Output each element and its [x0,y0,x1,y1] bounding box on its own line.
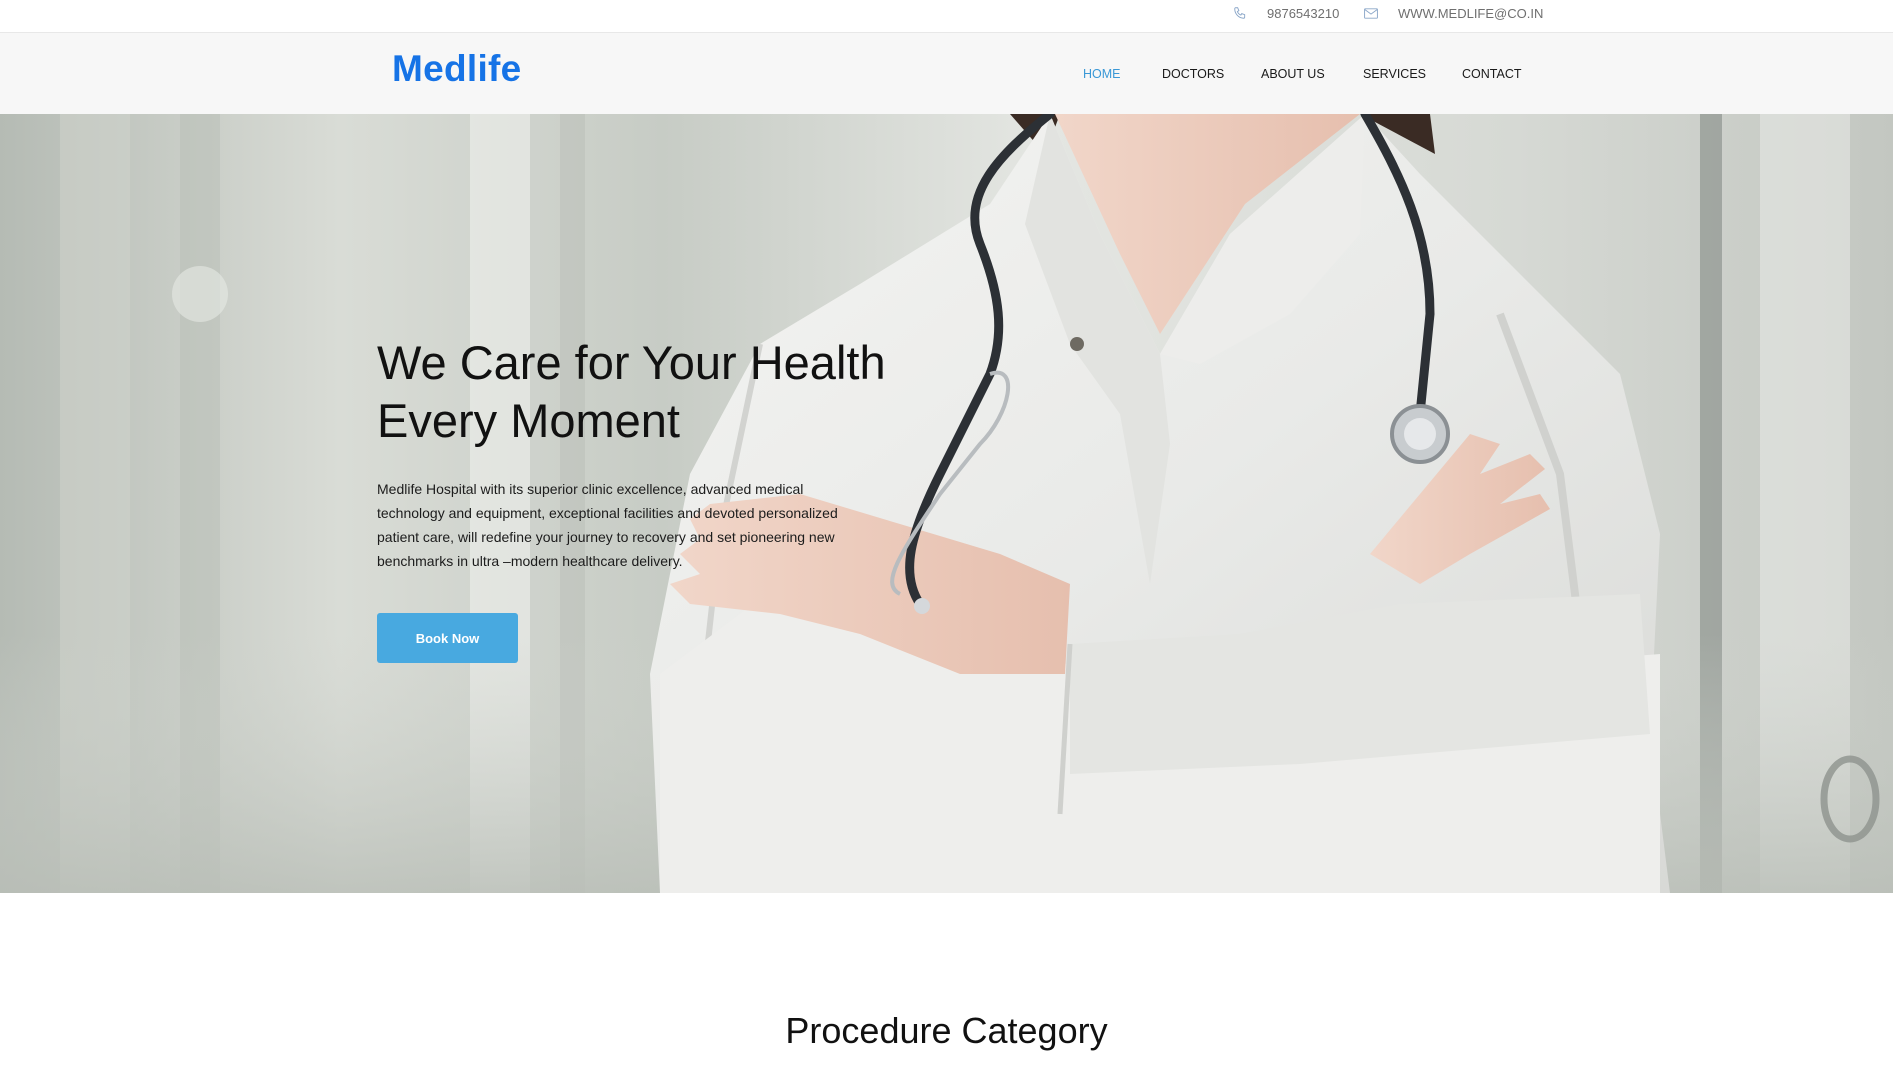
top-info-bar: 9876543210 WWW.MEDLIFE@CO.IN [0,0,1893,33]
phone-icon [1230,6,1250,20]
phone-number: 9876543210 [1267,5,1340,21]
book-now-button[interactable]: Book Now [377,613,518,663]
mail-icon [1361,6,1381,20]
nav-item-doctors[interactable]: DOCTORS [1162,67,1224,81]
hero-title: We Care for Your Health Every Moment [377,334,977,450]
nav-item-services[interactable]: SERVICES [1363,67,1426,81]
phone-contact[interactable]: 9876543210 [1230,0,1339,26]
hero-title-line-1: We Care for Your Health [377,336,886,389]
hero-title-line-2: Every Moment [377,394,680,447]
site-header: Medlife HOME DOCTORS ABOUT US SERVICES C… [0,33,1893,114]
nav-item-contact[interactable]: CONTACT [1462,67,1522,81]
hero-banner: We Care for Your Health Every Moment Med… [0,114,1893,893]
hero-doctor-image [0,114,1893,893]
nav-item-home[interactable]: HOME [1083,67,1121,81]
nav-item-about-us[interactable]: ABOUT US [1261,67,1325,81]
brand-logo[interactable]: Medlife [392,48,522,90]
hero-description: Medlife Hospital with its superior clini… [377,481,838,569]
procedure-category-heading: Procedure Category [785,1010,1108,1051]
email-address: WWW.MEDLIFE@CO.IN [1398,5,1544,21]
email-contact[interactable]: WWW.MEDLIFE@CO.IN [1361,0,1543,26]
